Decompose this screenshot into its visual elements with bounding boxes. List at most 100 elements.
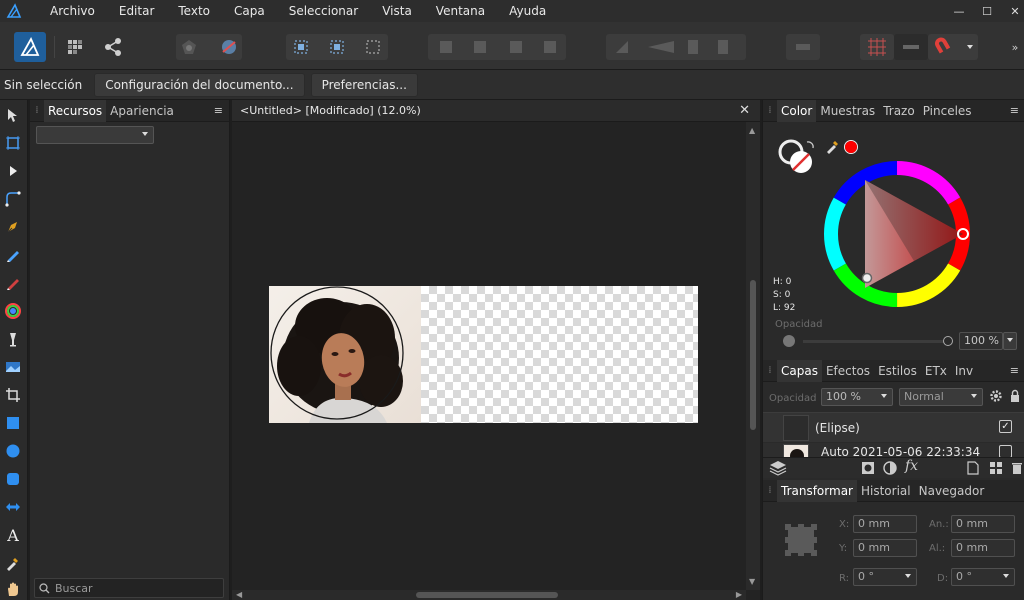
height-field[interactable]: 0 mm xyxy=(951,539,1015,557)
menu-ayuda[interactable]: Ayuda xyxy=(497,0,558,22)
portrait-photo[interactable] xyxy=(269,286,421,423)
panel-grip-icon[interactable]: ⁞ xyxy=(763,485,777,496)
blend-mode-dropdown[interactable]: Normal xyxy=(899,388,983,406)
panel-grip-icon[interactable]: ⁞ xyxy=(30,105,44,116)
preferences-button[interactable]: Preferencias... xyxy=(310,72,418,97)
menu-vista[interactable]: Vista xyxy=(370,0,424,22)
layer-visibility-checkbox[interactable]: ✓ xyxy=(999,420,1012,433)
tab-muestras[interactable]: Muestras xyxy=(816,100,879,122)
lock-icon[interactable] xyxy=(1009,389,1021,406)
document-tab[interactable]: <Untitled> [Modificado] (12.0%) xyxy=(232,100,760,122)
adjustment-layer-icon[interactable] xyxy=(883,461,897,478)
transform-origin-button[interactable] xyxy=(786,34,820,60)
crop-tool-icon[interactable] xyxy=(2,384,24,406)
pixel-persona-icon[interactable] xyxy=(62,34,88,60)
shear-field[interactable]: 0 ° xyxy=(951,568,1015,586)
horizontal-scroll-thumb[interactable] xyxy=(416,592,558,598)
menu-editar[interactable]: Editar xyxy=(107,0,167,22)
tab-pinceles[interactable]: Pinceles xyxy=(919,100,976,122)
fill-stroke-swatch-icon[interactable] xyxy=(777,138,819,183)
grid-icon[interactable] xyxy=(860,34,894,60)
group-layers-icon[interactable] xyxy=(989,461,1003,478)
opacity-dropdown[interactable] xyxy=(1003,332,1017,350)
trash-icon[interactable] xyxy=(1011,461,1023,478)
assets-category-dropdown[interactable] xyxy=(36,126,154,144)
menu-capa[interactable]: Capa xyxy=(222,0,277,22)
tab-transformar[interactable]: Transformar xyxy=(777,479,857,502)
x-field[interactable]: 0 mm xyxy=(853,515,917,533)
artboard[interactable] xyxy=(269,286,698,423)
width-field[interactable]: 0 mm xyxy=(951,515,1015,533)
tab-apariencia[interactable]: Apariencia xyxy=(106,100,178,122)
magnet-snapping-icon[interactable] xyxy=(928,34,978,60)
layer-row[interactable]: (Elipse) ✓ xyxy=(763,412,1024,442)
share-icon[interactable] xyxy=(100,34,126,60)
rotation-field[interactable]: 0 ° xyxy=(853,568,917,586)
panel-grip-icon[interactable]: ⁞ xyxy=(763,105,777,116)
horizontal-scrollbar[interactable]: ◀ ▶ xyxy=(232,590,746,600)
tab-color[interactable]: Color xyxy=(777,99,817,122)
node-tool-icon[interactable] xyxy=(2,160,24,182)
layer-opacity-dropdown[interactable]: 100 % xyxy=(821,388,893,406)
tab-recursos[interactable]: Recursos xyxy=(44,99,107,122)
vector-brush-icon[interactable] xyxy=(2,272,24,294)
place-image-icon[interactable] xyxy=(2,356,24,378)
layers-stack-icon[interactable] xyxy=(769,460,787,479)
rounded-rectangle-tool-icon[interactable] xyxy=(2,468,24,490)
move-tool-icon[interactable] xyxy=(2,104,24,126)
rectangle-tool-icon[interactable] xyxy=(2,412,24,434)
opacity-field[interactable]: 100 % xyxy=(959,332,1003,350)
menu-ventana[interactable]: Ventana xyxy=(424,0,497,22)
ellipse-tool-icon[interactable] xyxy=(2,440,24,462)
close-document-icon[interactable]: ✕ xyxy=(739,103,750,118)
assets-search-input[interactable]: Buscar xyxy=(34,578,224,598)
menu-texto[interactable]: Texto xyxy=(166,0,222,22)
tab-inv[interactable]: Inv xyxy=(951,360,977,382)
add-layer-icon[interactable] xyxy=(967,461,979,478)
minimize-button[interactable]: — xyxy=(944,0,974,22)
text-tool-icon[interactable]: A xyxy=(2,524,24,546)
vertical-scrollbar[interactable]: ▲ ▼ xyxy=(746,122,760,590)
fx-icon[interactable]: fx xyxy=(905,458,918,474)
layer-settings-gear-icon[interactable] xyxy=(989,389,1003,406)
fill-tool-icon[interactable] xyxy=(2,300,24,322)
affinity-logo-icon[interactable] xyxy=(0,0,28,22)
document-setup-button[interactable]: Configuración del documento... xyxy=(94,72,305,97)
designer-persona-icon[interactable] xyxy=(14,32,46,62)
corner-tool-icon[interactable] xyxy=(2,188,24,210)
opacity-slider[interactable] xyxy=(803,340,949,343)
tab-etx[interactable]: ETx xyxy=(921,360,951,382)
anchor-point-selector[interactable] xyxy=(783,522,819,558)
tab-trazo[interactable]: Trazo xyxy=(879,100,919,122)
tab-historial[interactable]: Historial xyxy=(857,480,915,502)
menu-seleccionar[interactable]: Seleccionar xyxy=(277,0,370,22)
color-picker-tool-icon[interactable] xyxy=(2,552,24,574)
menu-archivo[interactable]: Archivo xyxy=(28,0,107,22)
panel-menu-icon[interactable]: ≡ xyxy=(214,104,229,117)
panel-grip-icon[interactable]: ⁞ xyxy=(763,365,777,376)
layer-row[interactable]: Auto 2021-05-06 22:33:34 xyxy=(763,443,1024,457)
current-color-swatch[interactable] xyxy=(844,140,858,154)
y-field[interactable]: 0 mm xyxy=(853,539,917,557)
tab-efectos[interactable]: Efectos xyxy=(822,360,874,382)
opacity-slider-handle[interactable] xyxy=(943,336,953,346)
pencil-tool-icon[interactable] xyxy=(2,244,24,266)
layer-visibility-checkbox[interactable] xyxy=(999,445,1012,457)
tab-capas[interactable]: Capas xyxy=(777,359,822,382)
panel-menu-icon[interactable]: ≡ xyxy=(1010,364,1024,377)
panel-menu-icon[interactable]: ≡ xyxy=(1010,104,1024,117)
mask-layer-icon[interactable] xyxy=(861,461,875,478)
hand-tool-icon[interactable] xyxy=(2,578,24,600)
maximize-button[interactable]: ☐ xyxy=(972,0,1002,22)
transparency-tool-icon[interactable] xyxy=(2,328,24,350)
snapping-options-button[interactable] xyxy=(894,34,928,60)
tab-navegador[interactable]: Navegador xyxy=(915,480,989,502)
canvas[interactable] xyxy=(232,122,746,590)
artboard-tool-icon[interactable] xyxy=(2,132,24,154)
pen-tool-icon[interactable] xyxy=(2,216,24,238)
color-wheel[interactable] xyxy=(821,158,973,313)
tab-estilos[interactable]: Estilos xyxy=(874,360,921,382)
toolbar-overflow-icon[interactable]: » xyxy=(1008,34,1022,60)
arrow-shape-icon[interactable] xyxy=(2,496,24,518)
close-window-button[interactable]: ✕ xyxy=(1000,0,1024,22)
